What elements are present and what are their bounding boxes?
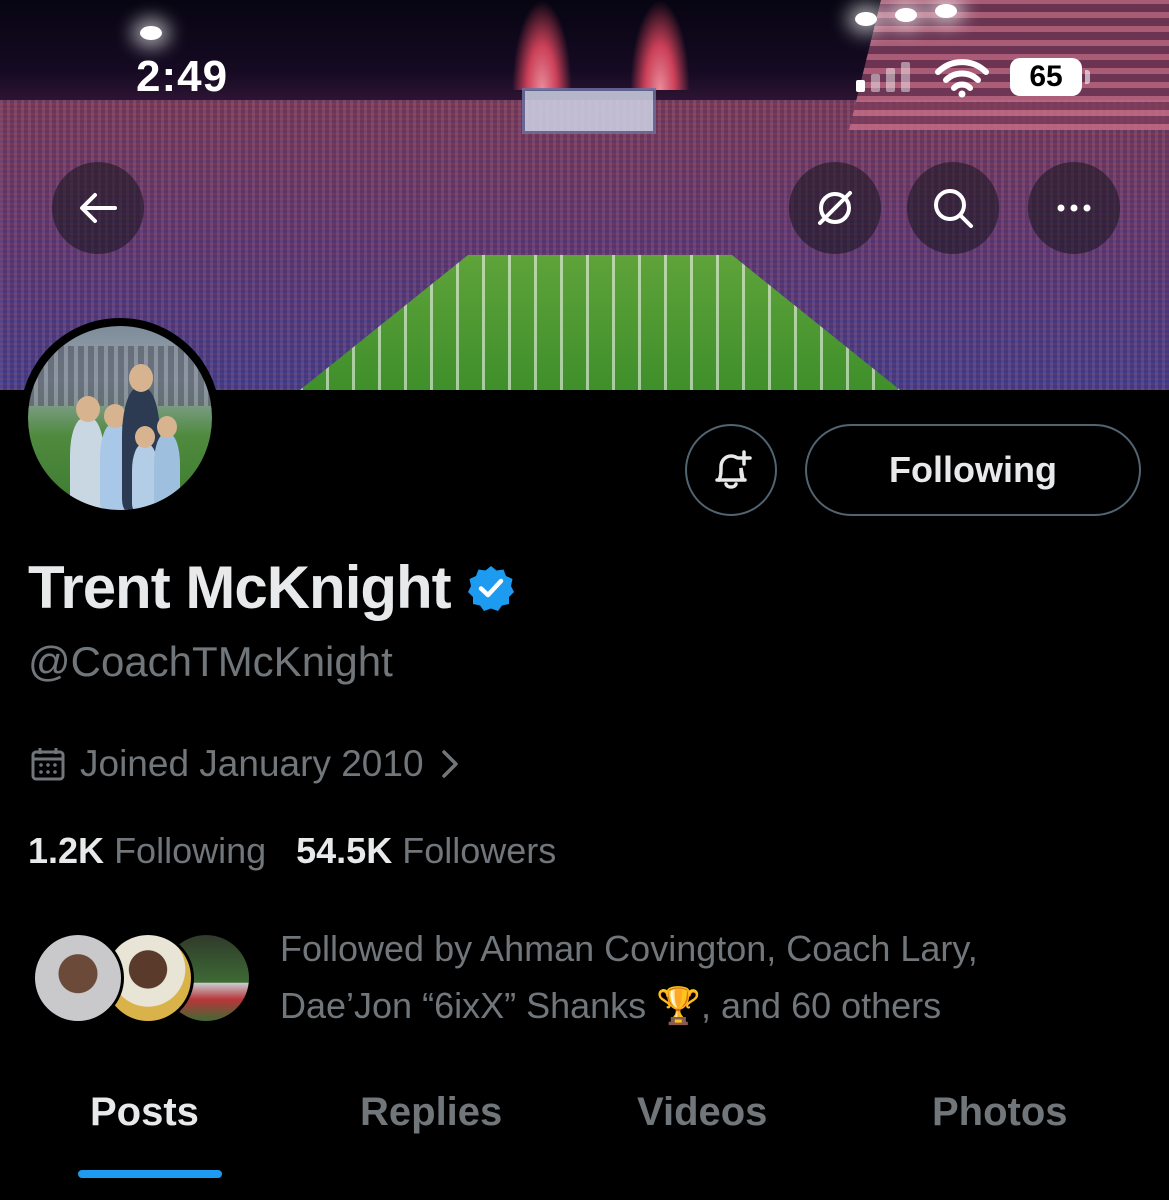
follower-avatar	[32, 932, 124, 1024]
follow-counts: 1.2K Following 54.5K Followers	[28, 830, 556, 872]
followers-count: 54.5K	[296, 830, 393, 871]
followed-by-others: , and 60 others	[701, 985, 942, 1026]
display-name: Trent McKnight	[28, 554, 452, 621]
battery-indicator: 65	[1010, 58, 1082, 96]
name-row: Trent McKnight	[28, 553, 515, 622]
translate-off-button[interactable]	[789, 162, 881, 254]
profile-tabs: Posts Replies Videos Photos	[0, 1080, 1169, 1200]
following-button[interactable]: Following	[805, 424, 1141, 516]
more-icon	[1057, 204, 1091, 212]
search-icon	[934, 189, 973, 228]
trophy-icon: 🏆	[656, 985, 701, 1026]
notifications-button[interactable]	[685, 424, 777, 516]
tab-posts[interactable]: Posts	[90, 1090, 199, 1135]
banner-stadium-light	[140, 26, 162, 40]
followed-by-line1: Followed by Ahman Covington, Coach Lary,	[280, 928, 978, 969]
search-button[interactable]	[907, 162, 999, 254]
joined-date-row[interactable]: Joined January 2010	[30, 743, 462, 785]
followed-by-avatars[interactable]	[32, 932, 252, 1026]
back-arrow-icon	[80, 193, 117, 223]
avatar-photo	[28, 326, 212, 510]
back-button[interactable]	[52, 162, 144, 254]
more-button[interactable]	[1028, 162, 1120, 254]
banner-scoreboard	[522, 88, 656, 134]
tab-replies[interactable]: Replies	[360, 1090, 502, 1135]
battery-cap	[1085, 70, 1090, 84]
following-count: 1.2K	[28, 830, 105, 871]
followers-count-link[interactable]: 54.5K Followers	[296, 830, 556, 872]
tab-photos[interactable]: Photos	[932, 1090, 1068, 1135]
status-time: 2:49	[136, 52, 229, 101]
banner-firework-right	[630, 0, 690, 90]
followed-by-names: Dae’Jon “6ixX” Shanks	[280, 985, 657, 1026]
following-count-link[interactable]: 1.2K Following	[28, 830, 266, 872]
cell-signal-icon	[856, 62, 910, 92]
tab-videos[interactable]: Videos	[637, 1090, 767, 1135]
profile-avatar[interactable]	[20, 318, 220, 518]
followed-by-line2: Dae’Jon “6ixX” Shanks 🏆, and 60 others	[280, 977, 1080, 1034]
followers-label: Followers	[402, 830, 557, 871]
profile-handle: @CoachTMcKnight	[28, 638, 393, 685]
banner-firework-left	[512, 0, 572, 90]
followed-by-text[interactable]: Followed by Ahman Covington, Coach Lary,…	[280, 920, 1080, 1034]
wifi-icon	[935, 59, 989, 98]
joined-date: Joined January 2010	[80, 743, 424, 784]
verified-badge-icon[interactable]	[467, 564, 515, 612]
following-label: Following	[114, 830, 267, 871]
calendar-icon	[31, 748, 65, 781]
banner-stadium-light	[935, 4, 957, 18]
translate-off-icon	[818, 191, 852, 225]
chevron-right-icon	[441, 750, 458, 778]
active-tab-indicator	[78, 1170, 222, 1178]
banner-stadium-light	[895, 8, 917, 22]
banner-stadium-light	[855, 12, 877, 26]
bell-plus-icon	[715, 450, 752, 489]
